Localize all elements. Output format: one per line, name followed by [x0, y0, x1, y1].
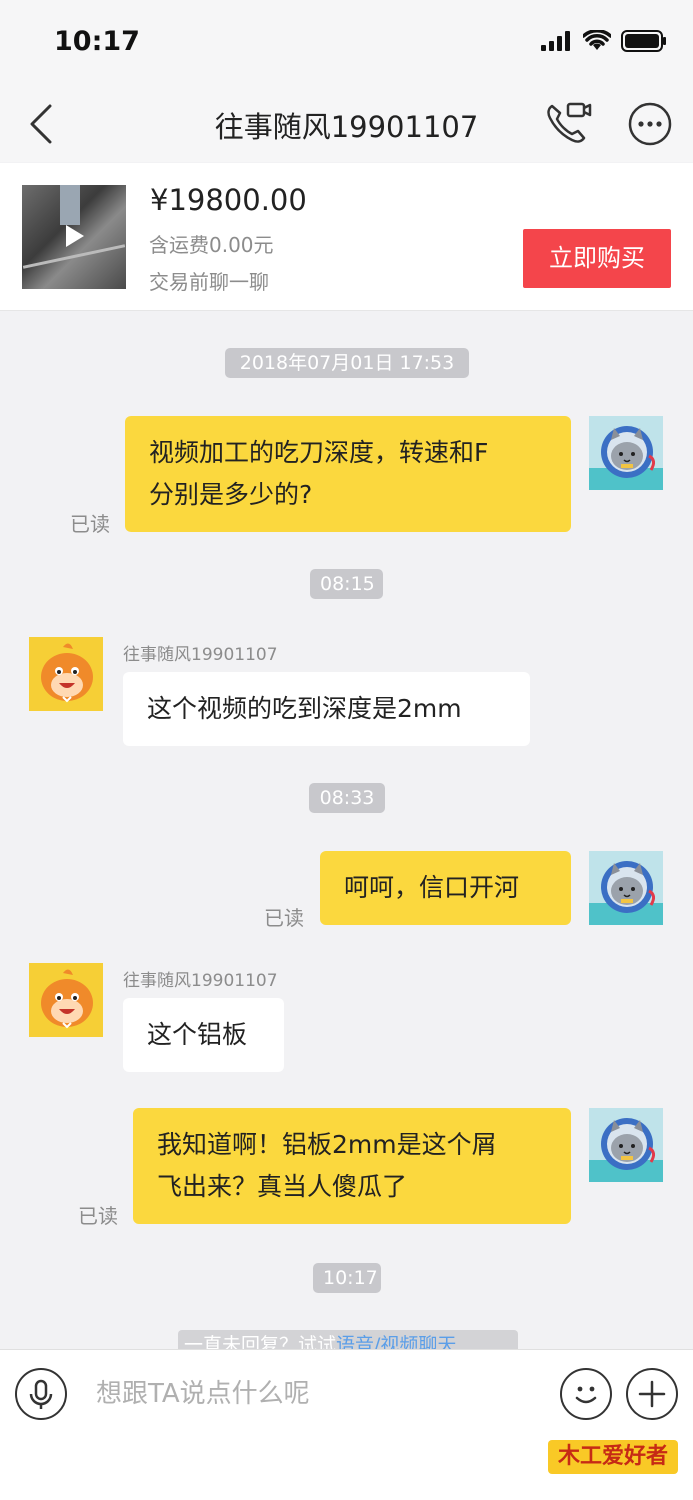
thumbnail-edge: [22, 244, 126, 269]
read-receipt: 已读: [78, 1204, 118, 1228]
signal-icon: [541, 31, 570, 51]
back-button[interactable]: [24, 102, 64, 146]
product-card[interactable]: ¥19800.00 含运费0.00元 交易前聊一聊 立即购买: [0, 163, 693, 311]
message-bubble-incoming[interactable]: 这个铝板: [123, 998, 284, 1072]
contact-avatar[interactable]: [29, 637, 103, 711]
my-avatar[interactable]: [589, 851, 663, 925]
status-bar: 10:17: [0, 0, 693, 88]
mascot-avatar-icon: [41, 969, 93, 1029]
message-bubble-outgoing[interactable]: 呵呵，信口开河: [320, 851, 571, 925]
product-chat-hint: 交易前聊一聊: [149, 270, 269, 294]
sender-name: 往事随风19901107: [123, 645, 278, 665]
my-avatar[interactable]: [589, 416, 663, 490]
message-bubble-incoming[interactable]: 这个视频的吃到深度是2mm: [123, 672, 530, 746]
microphone-icon: [29, 1379, 53, 1409]
thumbnail-spindle: [60, 185, 80, 225]
mascot-avatar-icon: [41, 643, 93, 703]
cat-avatar-icon: [589, 1118, 663, 1182]
page-title: 往事随风19901107: [214, 110, 479, 144]
play-icon: [66, 225, 84, 247]
buy-now-button[interactable]: 立即购买: [523, 229, 671, 288]
plus-icon: [638, 1380, 666, 1408]
product-video-thumbnail[interactable]: [22, 185, 126, 289]
status-time: 10:17: [54, 26, 140, 57]
cat-avatar-icon: [589, 426, 663, 490]
battery-icon: [621, 30, 666, 52]
sender-name: 往事随风19901107: [123, 971, 278, 991]
timestamp: 08:33: [309, 783, 385, 813]
wifi-icon: [583, 30, 611, 50]
timestamp: 10:17: [313, 1263, 381, 1293]
phone-video-icon: [547, 102, 592, 143]
emoji-button[interactable]: [560, 1368, 612, 1420]
read-receipt: 已读: [264, 906, 304, 930]
message-bubble-outgoing[interactable]: 视频加工的吃刀深度，转速和F 分别是多少的?: [125, 416, 571, 532]
timestamp: 2018年07月01日 17:53: [225, 348, 469, 378]
product-price: ¥19800.00: [150, 183, 307, 217]
call-button[interactable]: [544, 100, 592, 146]
message-bubble-outgoing[interactable]: 我知道啊！铝板2mm是这个屑 飞出来？真当人傻瓜了: [133, 1108, 571, 1224]
my-avatar[interactable]: [589, 1108, 663, 1182]
message-input[interactable]: [96, 1368, 536, 1420]
nav-bar: 往事随风19901107: [0, 88, 693, 162]
read-receipt: 已读: [70, 512, 110, 536]
watermark-logo: 木工爱好者: [548, 1440, 678, 1474]
chevron-left-icon: [30, 104, 52, 144]
smiley-icon: [575, 1386, 597, 1404]
timestamp: 08:15: [310, 569, 383, 599]
input-bar: [0, 1349, 693, 1437]
more-icon: [628, 102, 672, 146]
cat-avatar-icon: [589, 861, 663, 925]
product-shipping: 含运费0.00元: [149, 233, 274, 257]
status-icons: [541, 30, 667, 52]
voice-button[interactable]: [15, 1368, 67, 1420]
more-button[interactable]: [628, 102, 672, 146]
contact-avatar[interactable]: [29, 963, 103, 1037]
more-actions-button[interactable]: [626, 1368, 678, 1420]
